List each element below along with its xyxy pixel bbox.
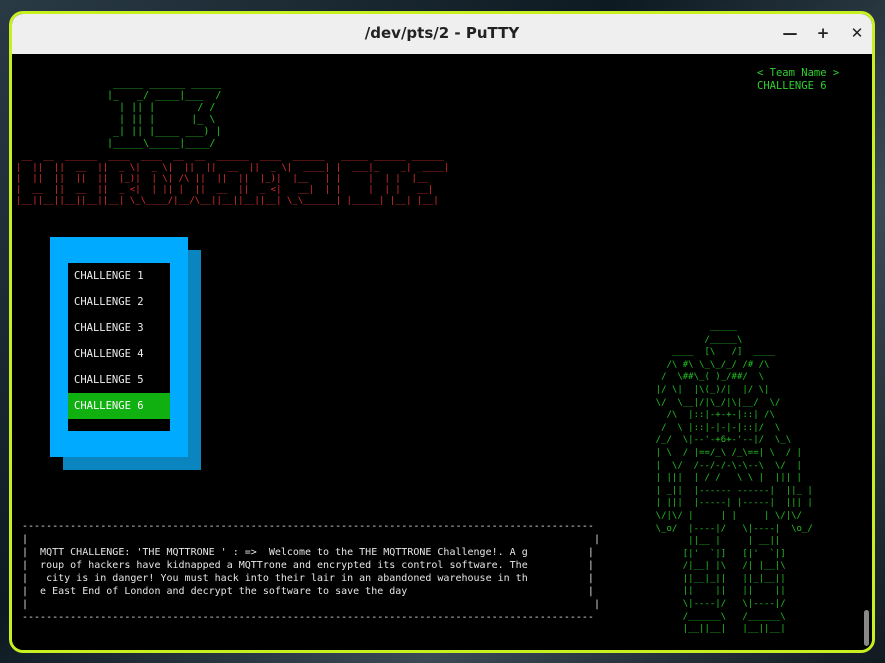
menu-item-challenge-2[interactable]: CHALLENGE 2 [68, 289, 170, 315]
minimize-button[interactable]: — [780, 23, 800, 43]
close-button[interactable]: ✕ [847, 23, 867, 43]
window-title: /dev/pts/2 - PuTTY [364, 24, 520, 42]
robot-ascii-art: _____ /_____\ ____ [\ /] ____ /\ #\ \_\_… [655, 322, 813, 635]
putty-window: /dev/pts/2 - PuTTY — + ✕ _____ ______ __… [9, 11, 875, 653]
team-info: < Team Name > CHALLENGE 6 [757, 67, 839, 93]
scrollbar[interactable] [864, 610, 869, 646]
title-bar[interactable]: /dev/pts/2 - PuTTY — + ✕ [12, 14, 872, 54]
hardware-ctf-ascii: __ __ ______ ____ ____ __ __ ______ ____… [16, 152, 450, 206]
menu-item-challenge-6[interactable]: CHALLENGE 6 [68, 393, 170, 419]
team-name: < Team Name > [757, 67, 840, 79]
maximize-button[interactable]: + [813, 23, 833, 43]
menu-item-challenge-4[interactable]: CHALLENGE 4 [68, 341, 170, 367]
challenge-menu: CHALLENGE 1 CHALLENGE 2 CHALLENGE 3 CHAL… [68, 263, 170, 431]
menu-item-challenge-3[interactable]: CHALLENGE 3 [68, 315, 170, 341]
challenge-description: ----------------------------------------… [22, 521, 600, 623]
ic3-logo-ascii: _____ ______ _____ |_ _/ ____|___ / | ||… [107, 78, 222, 149]
terminal-area[interactable]: _____ ______ _____ |_ _/ ____|___ / | ||… [12, 54, 872, 650]
menu-item-challenge-5[interactable]: CHALLENGE 5 [68, 367, 170, 393]
menu-item-challenge-1[interactable]: CHALLENGE 1 [68, 263, 170, 289]
current-challenge: CHALLENGE 6 [757, 80, 827, 92]
